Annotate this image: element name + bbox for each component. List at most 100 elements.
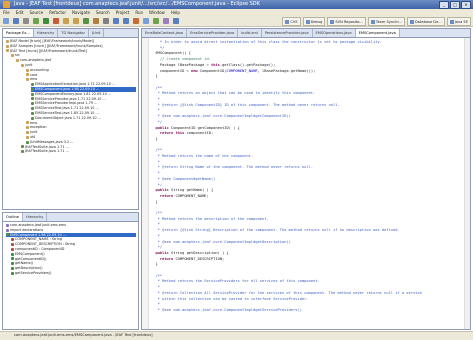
debug-icon[interactable] (33, 18, 39, 24)
code-line: * Method returns the name of the compone… (151, 154, 254, 158)
tree-node-icon (31, 106, 34, 110)
package-explorer-tab[interactable]: JUnit (89, 29, 105, 37)
tree-node-icon (26, 121, 29, 125)
print-icon[interactable] (23, 18, 29, 24)
help-icon[interactable] (173, 18, 179, 24)
perspective-icon (305, 19, 310, 24)
forward-icon[interactable] (123, 18, 129, 24)
menu-item-project[interactable]: Project (116, 9, 130, 16)
code-line: } (151, 262, 158, 267)
tree-node-icon (11, 54, 14, 58)
tree-node-icon (26, 135, 29, 139)
new-icon[interactable] (3, 18, 9, 24)
search-icon[interactable] (103, 18, 109, 24)
tree-node-icon (26, 130, 29, 134)
menu-item-file[interactable]: File (3, 9, 10, 16)
code-line: * @return {@link String} Description of … (151, 228, 400, 233)
menu-item-help[interactable]: Help (171, 9, 180, 16)
window-title: Java - JEAF Test [frontdeus] com.anaptec… (14, 1, 260, 7)
code-line: * Method returns an object that can be u… (151, 91, 316, 96)
editor-file-tab[interactable]: EMSOperations.java (313, 29, 356, 37)
minimize-button[interactable]: _ (439, 1, 449, 9)
editor-file-tab[interactable]: build.xml (238, 29, 262, 37)
perspective-database-de[interactable]: Database De... (407, 17, 445, 26)
new-java-project-icon[interactable] (63, 18, 69, 24)
tree-node-icon (11, 262, 14, 266)
perspective-debug[interactable]: Debug (302, 17, 326, 26)
code-line: * (151, 108, 160, 113)
perspective-icon (410, 19, 415, 24)
package-explorer-tab[interactable]: Hierarchy (34, 29, 59, 37)
code-line: * @return {@link ComponentID} ID of this… (151, 102, 340, 107)
maximize-button[interactable]: □ (450, 1, 460, 9)
menu-item-refactor[interactable]: Refactor (49, 9, 66, 16)
perspective-icon (370, 19, 375, 24)
menu-item-run[interactable]: Run (135, 9, 143, 16)
outline-tab[interactable]: Outline (3, 213, 24, 221)
external-tools-icon[interactable] (53, 18, 59, 24)
annotation-icon[interactable] (133, 18, 139, 24)
open-type-icon[interactable] (93, 18, 99, 24)
task-icon[interactable] (163, 18, 169, 24)
outline-tree-item[interactable]: getServiceProviders() (11, 271, 136, 276)
editor-file-tab[interactable]: EmsServiceProvider.java (187, 29, 239, 37)
eclipse-app-icon (3, 1, 10, 8)
menu-item-source[interactable]: Source (29, 9, 43, 16)
perspective-label: SVN Reposito... (335, 19, 363, 24)
perspective-label: Team Synchr... (375, 19, 403, 24)
outline-tab[interactable]: Hierarchy (23, 213, 48, 221)
perspective-svn-reposito[interactable]: SVN Reposito... (327, 17, 366, 26)
package-explorer-tabs: Package Ex... Hierarchy TG Navigator JUnit (3, 29, 138, 38)
code-line: * within this collection can be casted t… (151, 296, 309, 301)
outline-tabs: Outline Hierarchy (3, 213, 138, 222)
editor-file-tab[interactable]: PersistenceProvider.java (262, 29, 313, 37)
tree-node-label: getServiceProviders() (15, 271, 52, 275)
code-line: * Method returns the ServiceProviders fo… (151, 279, 320, 284)
tree-node-icon (21, 63, 24, 67)
tree-node-icon (11, 271, 14, 275)
editor-file-tab[interactable]: EmsRoleContext.java (142, 29, 188, 37)
tree-node-icon (6, 39, 9, 43)
menu-bar: File Edit Source Refactor Navigate Search Proj… (0, 9, 473, 16)
code-line: Package lBasePackage = this.getClass().g… (159, 62, 276, 67)
new-package-icon[interactable] (73, 18, 79, 24)
code-line: * (151, 233, 160, 238)
tree-node-icon (11, 238, 14, 242)
pin-icon[interactable] (143, 18, 149, 24)
window-title-bar: Java - JEAF Test [frontdeus] com.anaptec… (0, 0, 473, 9)
tree-node-icon (21, 150, 24, 154)
perspective-cvs[interactable]: CVS (282, 17, 301, 26)
run-icon[interactable] (43, 18, 49, 24)
tree-node-icon (11, 257, 14, 261)
menu-item-navigate[interactable]: Navigate (72, 9, 90, 16)
code-line: public String getName( ) { (155, 188, 214, 193)
code-line: // Create component id. (151, 57, 211, 62)
back-icon[interactable] (113, 18, 119, 24)
editor-scrollbar[interactable] (464, 38, 470, 329)
package-explorer-tab[interactable]: Package Ex... (3, 29, 34, 37)
code-line: * @see com.anaptecs.jeaf.core.ComponentI… (151, 307, 302, 312)
close-button[interactable]: × (461, 1, 471, 9)
tree-node-icon (31, 82, 34, 86)
tree-node-icon (31, 92, 34, 96)
perspective-java-ee[interactable]: Java EE (446, 17, 471, 26)
tree-node-icon (11, 252, 14, 256)
package-explorer-tab[interactable]: TG Navigator (58, 29, 89, 37)
editor-file-tab[interactable]: EMSComponent.java (355, 29, 400, 37)
perspective-label: Debug (310, 19, 323, 24)
tree-node-icon (6, 49, 9, 53)
save-icon[interactable] (13, 18, 19, 24)
code-line: */ (151, 245, 163, 250)
perspective-team-synchr[interactable]: Team Synchr... (367, 17, 406, 26)
new-class-icon[interactable] (83, 18, 89, 24)
tree-node-icon (31, 102, 34, 106)
tree-node-icon (31, 111, 34, 115)
package-tree-item[interactable]: JEAFTestSuite.java 1.71 ... (21, 149, 136, 154)
tree-node-icon (6, 223, 9, 227)
refresh-icon[interactable] (153, 18, 159, 24)
editor-tabs: EmsRoleContext.java EmsServiceProvider.ja… (142, 29, 470, 38)
code-line: * @see com.anaptecs.jeaf.core.ComponentI… (151, 239, 291, 244)
menu-item-window[interactable]: Window (149, 9, 165, 16)
menu-item-edit[interactable]: Edit (16, 9, 24, 16)
menu-item-search[interactable]: Search (96, 9, 110, 16)
